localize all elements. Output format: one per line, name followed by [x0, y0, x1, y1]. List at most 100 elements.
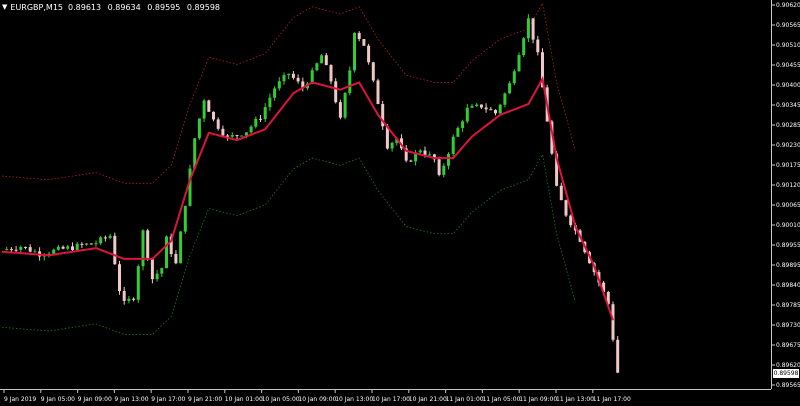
candle	[230, 132, 234, 138]
triangle-down-icon[interactable]: ▼	[2, 3, 7, 11]
candle	[503, 92, 507, 108]
price-tick-label: 0.90345	[776, 102, 800, 109]
candle	[508, 81, 512, 94]
candle	[484, 103, 488, 113]
time-tick-label: 9 Jan 17:00	[151, 396, 185, 403]
candle	[85, 242, 89, 246]
candle	[273, 86, 277, 101]
candle	[353, 32, 356, 73]
candle	[475, 103, 479, 107]
price-tick-label: 0.90230	[776, 142, 800, 149]
candle	[28, 244, 32, 253]
candle	[127, 295, 131, 304]
candle	[531, 18, 535, 44]
candle	[80, 242, 84, 249]
chart-title-bar: ▼ EURGBP,M15 0.89613 0.89634 0.89595 0.8…	[2, 1, 224, 13]
candle	[282, 72, 286, 85]
time-tick-label: 11 Jan 13:00	[556, 396, 594, 403]
price-tick-label: 0.90620	[776, 2, 800, 9]
candle	[216, 117, 220, 131]
candle	[517, 52, 521, 72]
candle	[357, 31, 361, 42]
time-tick-label: 10 Jan 21:00	[409, 396, 447, 403]
candle	[33, 249, 37, 253]
candle	[202, 99, 206, 122]
candle	[428, 151, 432, 157]
candle	[14, 245, 18, 253]
candle	[122, 287, 126, 305]
price-tick-label: 0.89565	[776, 382, 800, 389]
chart-window[interactable]: ▼ EURGBP,M15 0.89613 0.89634 0.89595 0.8…	[0, 0, 800, 405]
time-tick-label: 9 Jan 13:00	[114, 396, 148, 403]
candle	[103, 235, 107, 242]
candle	[348, 66, 352, 96]
time-tick-label: 9 Jan 09:00	[78, 396, 112, 403]
price-tick-label: 0.90455	[776, 62, 800, 69]
candle	[456, 126, 460, 138]
moving-average-line	[1, 75, 614, 321]
candle	[324, 53, 328, 66]
candle	[61, 245, 65, 250]
ohlc-values: 0.89613 0.89634 0.89595 0.89598	[68, 3, 224, 12]
price-tick-label: 0.89675	[776, 342, 800, 349]
candle	[118, 260, 121, 295]
candle	[24, 246, 27, 250]
candle	[320, 53, 324, 64]
price-tick-label: 0.89785	[776, 302, 800, 309]
time-tick-label: 11 Jan 05:00	[482, 396, 520, 403]
candle	[212, 111, 215, 122]
price-chart[interactable]	[0, 0, 771, 389]
candle	[174, 250, 178, 265]
candle	[343, 92, 347, 120]
price-tick-label: 0.89895	[776, 262, 800, 269]
candle	[9, 247, 13, 252]
time-tick-label: 10 Jan 13:00	[335, 396, 373, 403]
candle	[494, 109, 497, 116]
candle	[108, 233, 112, 240]
candle	[536, 35, 540, 56]
candle	[263, 103, 267, 123]
candle	[334, 78, 338, 104]
candle	[146, 228, 150, 262]
time-tick-label: 10 Jan 05:00	[262, 396, 300, 403]
candle	[418, 149, 422, 154]
candle	[291, 71, 295, 80]
candle	[240, 135, 244, 137]
candle	[404, 144, 408, 163]
candle	[254, 116, 258, 129]
time-tick-label: 11 Jan 17:00	[593, 396, 631, 403]
candle	[197, 118, 201, 140]
price-tick-label: 0.90175	[776, 162, 800, 169]
candle	[461, 119, 465, 132]
candle	[71, 242, 74, 251]
candle	[489, 106, 493, 111]
low-value: 0.89595	[147, 2, 181, 12]
price-tick-label: 0.90285	[776, 122, 800, 129]
candle	[315, 62, 319, 72]
time-tick-label: 9 Jan 2019	[4, 396, 36, 403]
time-tick-label: 10 Jan 09:00	[298, 396, 336, 403]
candle	[526, 14, 530, 43]
high-value: 0.89634	[107, 2, 141, 12]
price-axis[interactable]: 0.90620 0.90565 0.90510 0.90455 0.90400 0.903…	[771, 0, 800, 389]
candle	[141, 229, 145, 271]
candle	[470, 103, 474, 109]
candle	[56, 244, 60, 251]
candle	[447, 152, 450, 170]
close-value: 0.89598	[186, 2, 221, 12]
candle	[329, 64, 333, 85]
candle	[277, 77, 281, 91]
time-axis[interactable]: 9 Jan 2019 9 Jan 05:00 9 Jan 09:00 9 Jan 13…	[0, 389, 771, 406]
price-tick-label: 0.89620	[776, 362, 800, 369]
upper-band-line	[1, 2, 576, 184]
candle	[287, 73, 291, 80]
time-tick-label: 10 Jan 17:00	[372, 396, 410, 403]
candle	[512, 69, 516, 86]
price-tick-label: 0.90565	[776, 22, 800, 29]
price-tick-label: 0.90065	[776, 202, 800, 209]
candle	[465, 103, 469, 124]
time-tick-label: 9 Jan 21:00	[188, 396, 222, 403]
candle	[259, 114, 262, 122]
price-tick-label: 0.90510	[776, 42, 800, 49]
candle	[160, 267, 164, 278]
